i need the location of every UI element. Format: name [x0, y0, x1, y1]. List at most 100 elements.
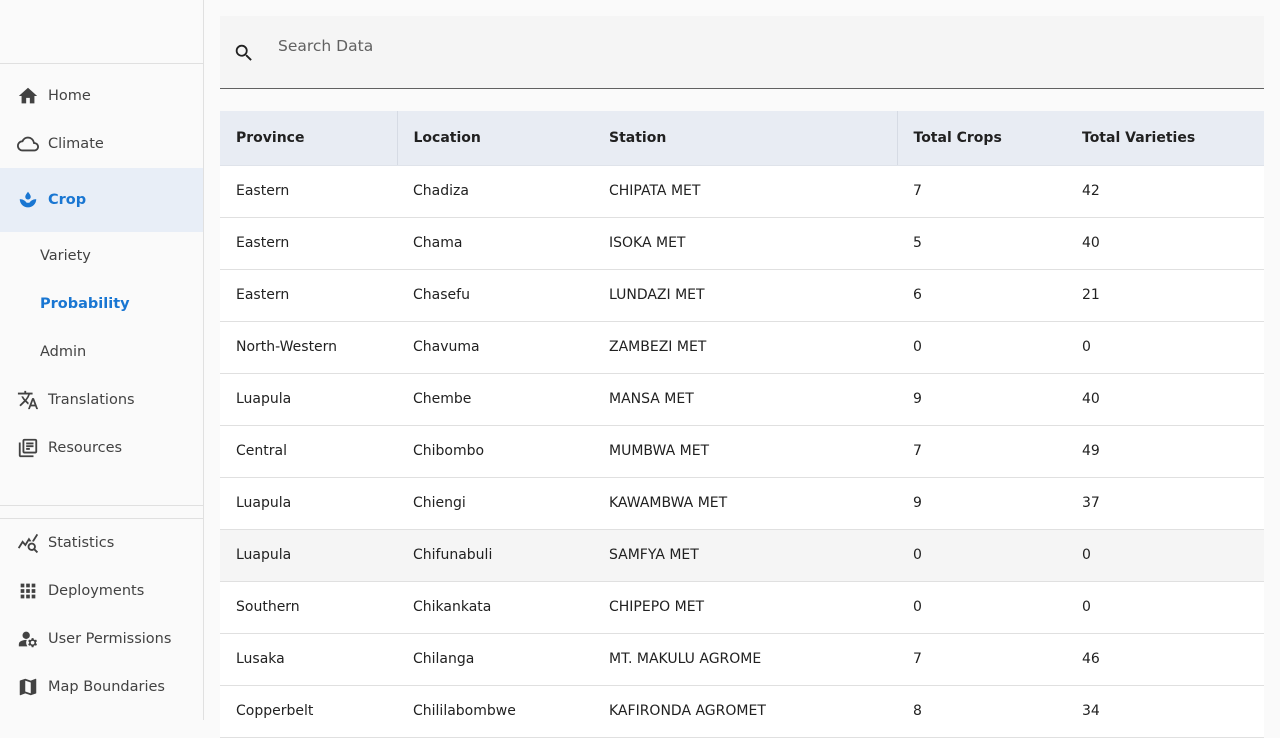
cell-province: Eastern [220, 217, 397, 270]
cell-station: KAWAMBWA MET [593, 477, 897, 530]
search-bar [220, 16, 1264, 89]
cell-location: Chembe [397, 373, 593, 426]
sidebar-subitem-label: Probability [40, 296, 130, 312]
sidebar-item-label: Deployments [48, 583, 145, 599]
cell-station: ISOKA MET [593, 217, 897, 270]
cell-location: Chama [397, 217, 593, 270]
sidebar-item-label: User Permissions [48, 631, 172, 647]
cell-total-varieties: 42 [1066, 165, 1264, 218]
sidebar-subitem-variety[interactable]: Variety [0, 232, 203, 280]
cell-location: Chadiza [397, 165, 593, 218]
cell-province: North-Western [220, 321, 397, 374]
sidebar-item-deployments[interactable]: Deployments [0, 567, 203, 615]
cell-total-crops: 0 [897, 581, 1066, 634]
column-header-total-varieties[interactable]: Total Varieties [1066, 111, 1264, 166]
sidebar-subitem-probability[interactable]: Probability [0, 280, 203, 328]
sidebar-item-label: Resources [48, 440, 123, 456]
table-body: Eastern Chadiza CHIPATA MET 7 42 Eastern Chama… [220, 165, 1264, 738]
sidebar-item-translations[interactable]: Translations [0, 376, 203, 424]
column-header-location[interactable]: Location [397, 111, 593, 166]
cell-total-crops: 7 [897, 165, 1066, 218]
cell-total-crops: 7 [897, 633, 1066, 686]
cell-total-varieties: 46 [1066, 633, 1264, 686]
sidebar-divider [0, 505, 204, 506]
cell-total-crops: 5 [897, 217, 1066, 270]
cell-province: Copperbelt [220, 685, 397, 738]
data-table: Province Location Station Total Crops To… [220, 111, 1264, 738]
home-icon [16, 84, 40, 108]
table-row[interactable]: Southern Chikankata CHIPEPO MET 0 0 [220, 581, 1264, 634]
cell-total-crops: 9 [897, 477, 1066, 530]
cell-province: Southern [220, 581, 397, 634]
sidebar-subitem-label: Admin [40, 344, 87, 360]
cell-total-crops: 9 [897, 373, 1066, 426]
sidebar-divider [0, 63, 204, 64]
table-row[interactable]: Eastern Chama ISOKA MET 5 40 [220, 217, 1264, 270]
cell-station: CHIPEPO MET [593, 581, 897, 634]
cell-location: Chibombo [397, 425, 593, 478]
cell-total-varieties: 34 [1066, 685, 1264, 738]
cell-total-crops: 7 [897, 425, 1066, 478]
sidebar-item-map-boundaries[interactable]: Map Boundaries [0, 663, 203, 711]
cell-province: Luapula [220, 477, 397, 530]
table-row[interactable]: Luapula Chiengi KAWAMBWA MET 9 37 [220, 477, 1264, 530]
table-row[interactable]: Copperbelt Chililabombwe KAFIRONDA AGROMET… [220, 685, 1264, 738]
cell-station: LUNDAZI MET [593, 269, 897, 322]
cell-station: MT. MAKULU AGROME [593, 633, 897, 686]
column-header-station[interactable]: Station [593, 111, 898, 166]
column-header-total-crops[interactable]: Total Crops [897, 111, 1066, 166]
cell-province: Luapula [220, 373, 397, 426]
sidebar-item-label: Climate [48, 136, 104, 152]
column-header-province[interactable]: Province [220, 111, 398, 166]
table-row[interactable]: Luapula Chifunabuli SAMFYA MET 0 0 [220, 529, 1264, 582]
cell-province: Eastern [220, 269, 397, 322]
cell-station: KAFIRONDA AGROMET [593, 685, 897, 738]
sidebar-item-label: Statistics [48, 535, 115, 551]
table-row[interactable]: Eastern Chadiza CHIPATA MET 7 42 [220, 165, 1264, 218]
sidebar-item-label: Crop [48, 192, 87, 208]
cell-province: Luapula [220, 529, 397, 582]
table-row[interactable]: Lusaka Chilanga MT. MAKULU AGROME 7 46 [220, 633, 1264, 686]
apps-grid-icon [16, 579, 40, 603]
search-icon[interactable] [233, 42, 255, 64]
search-input[interactable] [276, 30, 1240, 62]
query-stats-icon [16, 531, 40, 555]
table-header-row: Province Location Station Total Crops To… [220, 111, 1264, 166]
cell-total-crops: 0 [897, 529, 1066, 582]
cell-location: Chavuma [397, 321, 593, 374]
sidebar-item-user-permissions[interactable]: User Permissions [0, 615, 203, 663]
sidebar-item-climate[interactable]: Climate [0, 120, 203, 168]
cell-station: SAMFYA MET [593, 529, 897, 582]
cell-total-crops: 6 [897, 269, 1066, 322]
translate-icon [16, 388, 40, 412]
cell-total-varieties: 0 [1066, 581, 1264, 634]
cell-province: Central [220, 425, 397, 478]
crop-drop-icon [16, 188, 40, 212]
cell-total-crops: 0 [897, 321, 1066, 374]
cell-province: Lusaka [220, 633, 397, 686]
cell-station: ZAMBEZI MET [593, 321, 897, 374]
table-row[interactable]: Central Chibombo MUMBWA MET 7 49 [220, 425, 1264, 478]
table-row[interactable]: North-Western Chavuma ZAMBEZI MET 0 0 [220, 321, 1264, 374]
sidebar-subitem-label: Variety [40, 248, 91, 264]
sidebar-item-label: Translations [48, 392, 135, 408]
sidebar-item-statistics[interactable]: Statistics [0, 519, 203, 567]
sidebar-item-crop[interactable]: Crop [0, 168, 203, 232]
table-row[interactable]: Eastern Chasefu LUNDAZI MET 6 21 [220, 269, 1264, 322]
sidebar-item-resources[interactable]: Resources [0, 424, 203, 472]
cell-total-varieties: 37 [1066, 477, 1264, 530]
cell-station: CHIPATA MET [593, 165, 897, 218]
cell-location: Chasefu [397, 269, 593, 322]
cell-location: Chiengi [397, 477, 593, 530]
sidebar-subitem-admin[interactable]: Admin [0, 328, 203, 376]
cell-total-varieties: 0 [1066, 529, 1264, 582]
sidebar-item-home[interactable]: Home [0, 72, 203, 120]
library-books-icon [16, 436, 40, 460]
cell-province: Eastern [220, 165, 397, 218]
cell-location: Chilanga [397, 633, 593, 686]
cell-station: MANSA MET [593, 373, 897, 426]
cell-location: Chikankata [397, 581, 593, 634]
cloud-icon [16, 132, 40, 156]
table-row[interactable]: Luapula Chembe MANSA MET 9 40 [220, 373, 1264, 426]
cell-total-varieties: 40 [1066, 373, 1264, 426]
